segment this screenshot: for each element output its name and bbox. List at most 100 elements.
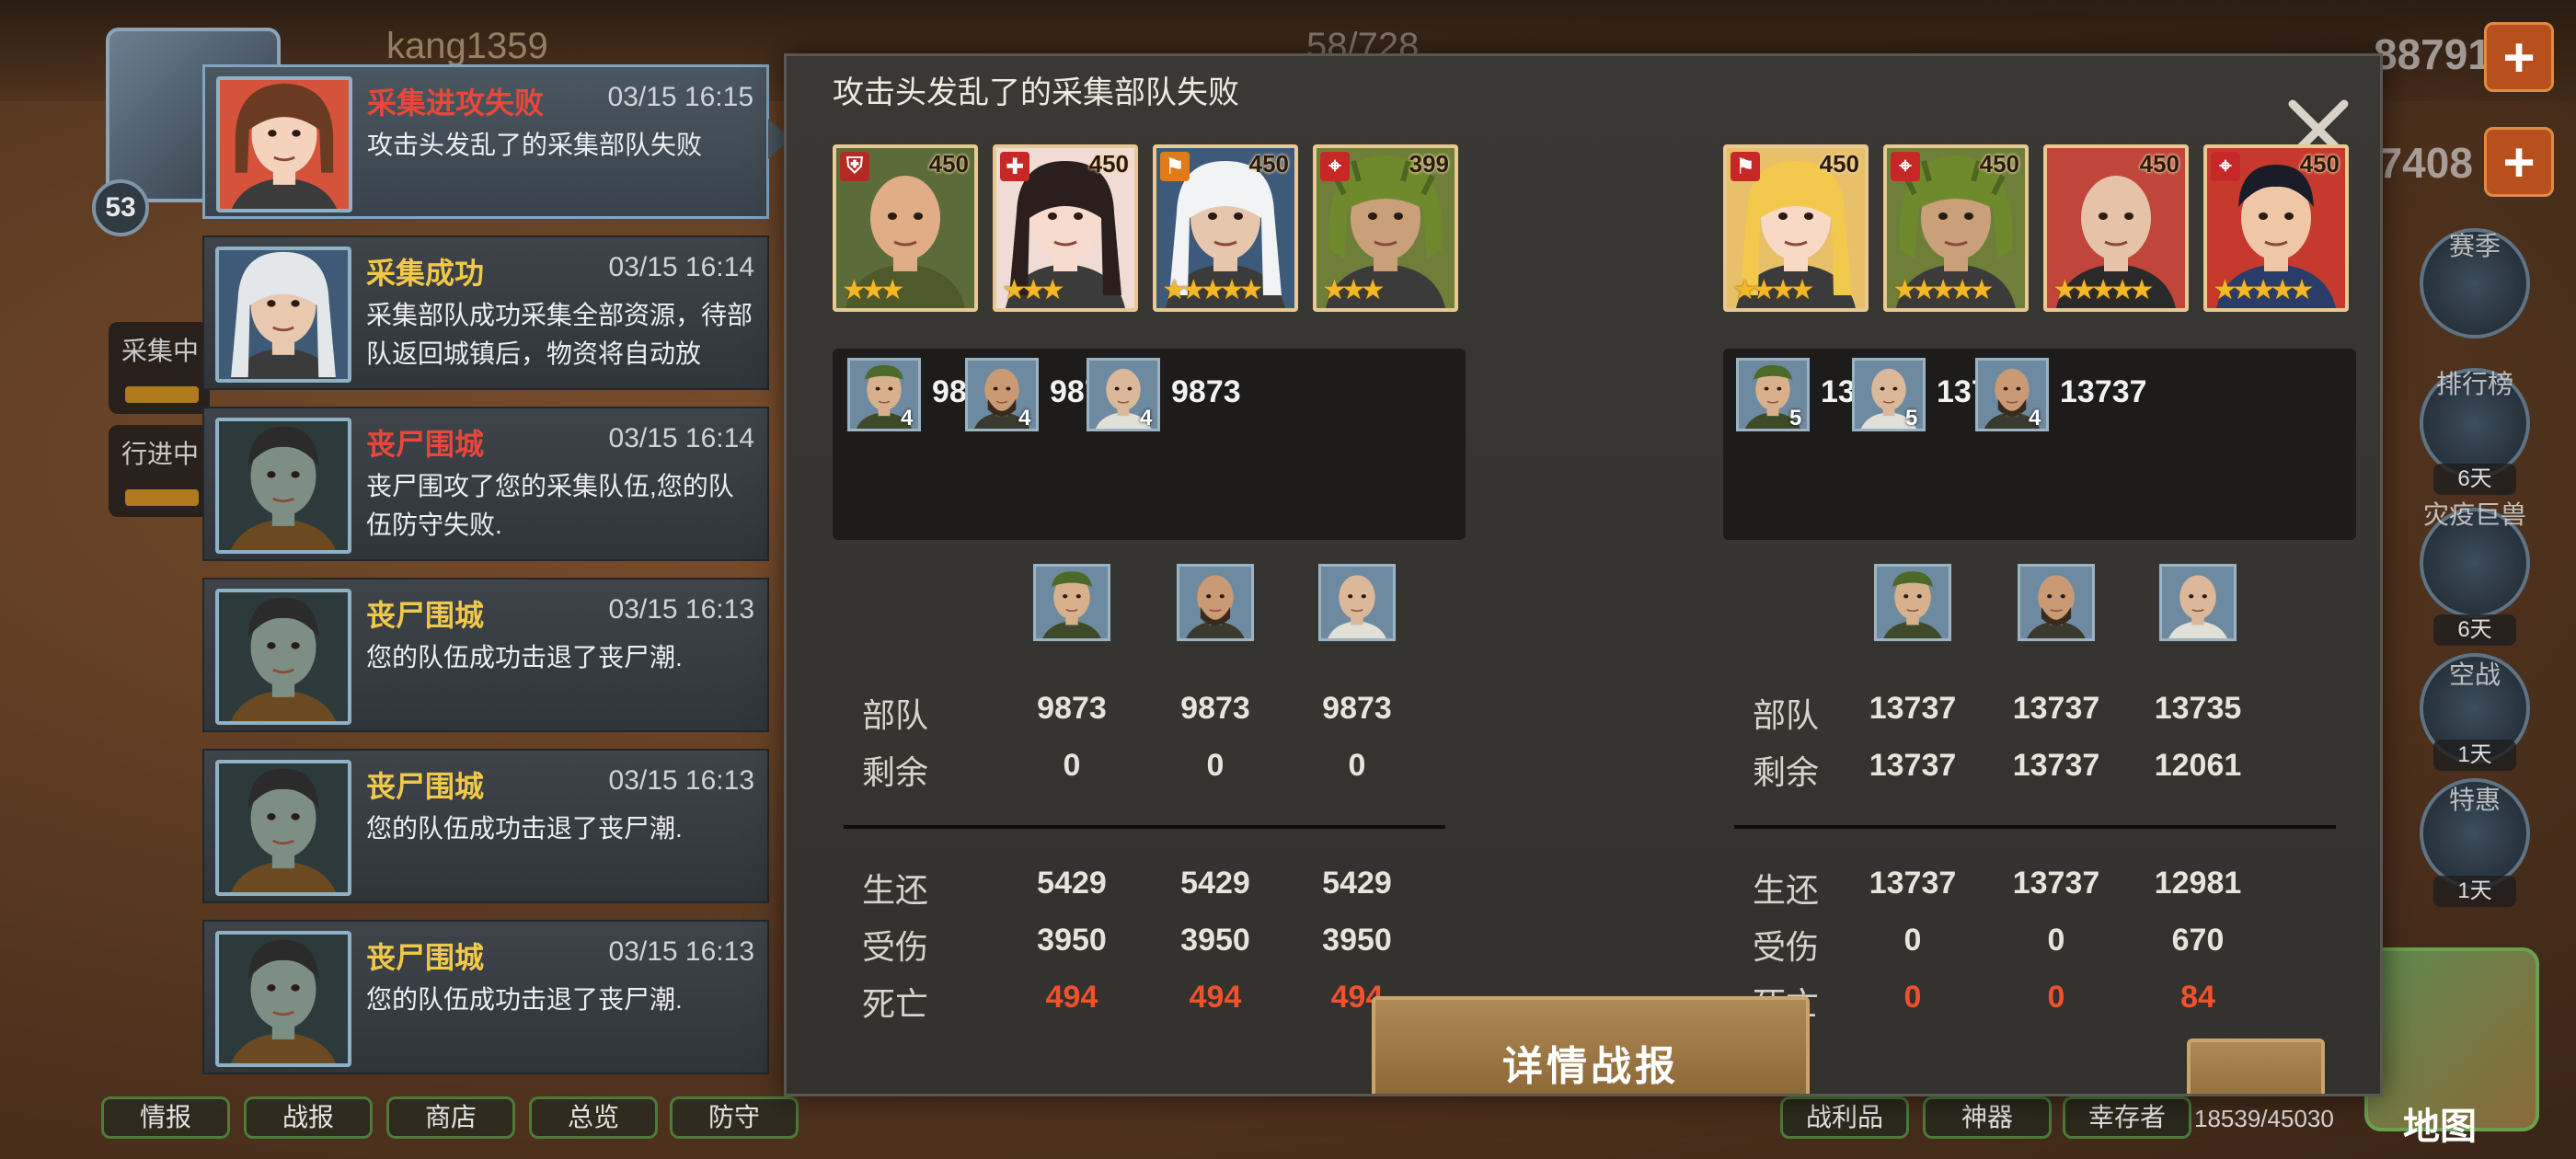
hero-stars: ★★★★★ — [2213, 275, 2315, 305]
troop-tier: 5 — [1789, 406, 1802, 430]
hero-level: 399 — [1409, 150, 1449, 178]
mail-time: 03/15 16:15 — [607, 82, 753, 112]
mail-preview: 攻击头发乱了的采集部队失败 — [367, 131, 703, 159]
stat-value-dead: 0 — [1903, 980, 1922, 1015]
mail-preview: 您的队伍成功击退了丧尸潮. — [366, 814, 683, 843]
troop-tier: 4 — [901, 406, 914, 430]
hero-card[interactable]: ⛨ 450 ★★★ — [833, 144, 978, 312]
stat-value-survive: 12981 — [2154, 866, 2242, 901]
stat-value-dead: 494 — [1045, 980, 1098, 1015]
hero-stars: ★★★★★ — [2053, 275, 2155, 305]
stat-value-injured: 3950 — [1322, 923, 1392, 958]
stat-value-remain: 0 — [1206, 748, 1225, 783]
battle-report-button[interactable]: 战报 — [244, 1096, 373, 1139]
stat-value-injured: 3950 — [1180, 923, 1250, 958]
stat-value-troops: 9873 — [1037, 691, 1107, 726]
stat-value-remain: 12061 — [2154, 748, 2242, 783]
hero-stars: ★★★★ — [1732, 275, 1815, 305]
stat-value-remain: 0 — [1348, 748, 1366, 783]
crosshair-icon: ⌖ — [1891, 152, 1920, 181]
mail-time: 03/15 16:14 — [608, 423, 754, 453]
stat-value-troops: 9873 — [1180, 691, 1250, 726]
hero-card[interactable]: ✚ 450 ★★★ — [993, 144, 1138, 312]
gathering-status[interactable]: 采集中 — [109, 322, 210, 414]
add-gold-button[interactable]: + — [2484, 22, 2554, 92]
survivor-button[interactable]: 幸存者 — [2063, 1096, 2191, 1139]
defender-stats: 部队 13737 13737 13735 剩余 13737 13737 12061 生还 1373… — [1723, 564, 2356, 1024]
hero-stars: ★★★ — [1002, 275, 1065, 305]
mail-preview: 您的队伍成功击退了丧尸潮. — [366, 985, 683, 1014]
crosshair-icon: ⌖ — [1320, 152, 1350, 181]
hero-level: 450 — [2139, 150, 2179, 178]
hero-card[interactable]: 450 ★★★★★ — [2043, 144, 2189, 312]
mail-item[interactable]: 丧尸围城 03/15 16:14 丧尸围攻了您的采集队伍,您的队伍防守失败. — [202, 407, 769, 561]
mail-title: 丧尸围城 — [366, 428, 485, 461]
overview-button[interactable]: 总览 — [529, 1096, 658, 1139]
stat-label-survive: 生还 — [1753, 871, 1820, 909]
troop-slot: 4 9873 — [1087, 358, 1289, 431]
flag-icon: ⚑ — [1731, 152, 1760, 181]
loot-button[interactable]: 战利品 — [1780, 1096, 1909, 1139]
attacker-troops: 4 9873 4 9873 4 9873 — [833, 349, 1466, 540]
mail-preview: 您的队伍成功击退了丧尸潮. — [366, 643, 683, 671]
shield-icon: ⛨ — [840, 152, 869, 181]
marching-label: 行进中 — [121, 440, 200, 468]
bearded-soldier — [2018, 564, 2095, 641]
hero-stars: ★★★★★ — [1162, 275, 1264, 305]
plague-beast-label: 灾疫巨兽 — [2422, 500, 2526, 529]
zombie-portrait — [215, 418, 351, 554]
stat-value-dead: 84 — [2180, 980, 2215, 1015]
mail-title: 丧尸围城 — [366, 941, 485, 974]
stat-label-troops: 部队 — [862, 696, 929, 734]
stat-value-injured: 0 — [1903, 923, 1922, 958]
mail-time: 03/15 16:13 — [608, 594, 754, 625]
hero-card[interactable]: ⚑ 450 ★★★★ — [1723, 144, 1869, 312]
artifact-button[interactable]: 神器 — [1923, 1096, 2052, 1139]
troop-slot: 4 13737 — [1975, 358, 2178, 431]
zombie-portrait — [215, 589, 351, 725]
leaderboard-label: 排行榜 — [2435, 370, 2513, 398]
mail-time: 03/15 16:13 — [608, 765, 754, 796]
detail-report-button[interactable]: 详情战报 — [1372, 996, 1810, 1094]
bearded-soldier — [1177, 564, 1254, 641]
stat-label-remain: 剩余 — [1753, 753, 1820, 791]
stat-label-injured: 受伤 — [862, 928, 929, 966]
battle-report-panel: 攻击头发乱了的采集部队失败 ⛨ 450 ★★★ ✚ 450 ★★★ ⚑ 450 … — [784, 53, 2383, 1096]
bald-soldier — [2159, 564, 2237, 641]
world-map-label: 地图 — [2403, 1107, 2477, 1147]
mail-item[interactable]: 丧尸围城 03/15 16:13 您的队伍成功击退了丧尸潮. — [202, 749, 769, 903]
bald-soldier — [1318, 564, 1396, 641]
stat-value-survive: 13737 — [2012, 866, 2100, 901]
hero-level: 450 — [1819, 150, 1859, 178]
troop-count: 9873 — [1171, 374, 1241, 409]
stat-value-troops: 13735 — [2154, 691, 2242, 726]
mail-preview: 采集部队成功采集全部资源，待部队返回城镇后，物资将自动放 — [366, 301, 753, 368]
hero-card[interactable]: ⚑ 450 ★★★★★ — [1153, 144, 1298, 312]
hero-card[interactable]: ⌖ 450 ★★★★★ — [1883, 144, 2029, 312]
marching-status[interactable]: 行进中 — [109, 425, 210, 517]
hero-level: 450 — [928, 150, 969, 178]
attacker-heroes: ⛨ 450 ★★★ ✚ 450 ★★★ ⚑ 450 ★★★★★ ⌖ 399 ★★… — [833, 144, 1458, 312]
mail-item[interactable]: 采集进攻失败 03/15 16:15 攻击头发乱了的采集部队失败 — [202, 64, 790, 219]
bandana-soldier — [1033, 564, 1110, 641]
bandana-soldier — [1874, 564, 1951, 641]
hero-card[interactable]: ⌖ 399 ★★★ — [1313, 144, 1458, 312]
mail-item[interactable]: 丧尸围城 03/15 16:13 您的队伍成功击退了丧尸潮. — [202, 920, 769, 1074]
defender-heroes: ⚑ 450 ★★★★ ⌖ 450 ★★★★★ 450 ★★★★★ ⌖ 450 ★… — [1723, 144, 2349, 312]
mail-title: 丧尸围城 — [366, 599, 485, 632]
intel-button[interactable]: 情报 — [101, 1096, 230, 1139]
hero-card[interactable]: ⌖ 450 ★★★★★ — [2203, 144, 2349, 312]
stat-value-dead: 494 — [1189, 980, 1242, 1015]
share-button[interactable] — [2187, 1039, 2325, 1094]
shop-button[interactable]: 商店 — [386, 1096, 515, 1139]
troop-tier: 4 — [2029, 406, 2041, 430]
stat-value-survive: 5429 — [1180, 866, 1250, 901]
defense-button[interactable]: 防守 — [670, 1096, 799, 1139]
mail-item[interactable]: 丧尸围城 03/15 16:13 您的队伍成功击退了丧尸潮. — [202, 578, 769, 732]
add-power-button[interactable]: + — [2484, 127, 2554, 197]
stat-label-injured: 受伤 — [1753, 928, 1820, 966]
plague-beast-timer: 6天 — [2433, 614, 2516, 646]
stat-value-troops: 9873 — [1322, 691, 1392, 726]
mail-item[interactable]: 采集成功 03/15 16:14 采集部队成功采集全部资源，待部队返回城镇后，物… — [202, 235, 769, 390]
resource-capacity: 18539/45030 — [2194, 1105, 2334, 1132]
